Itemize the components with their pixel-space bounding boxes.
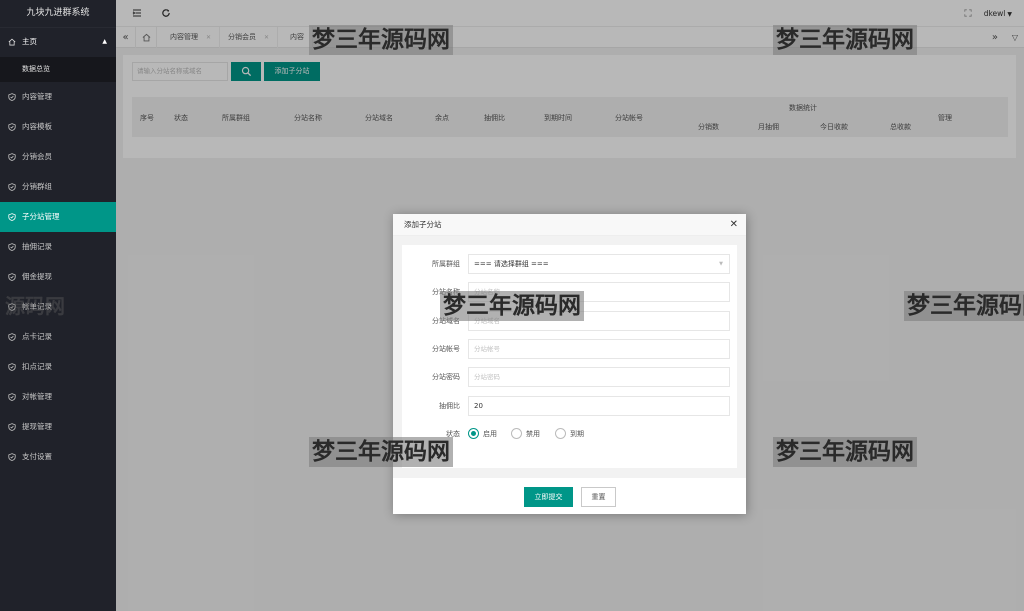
sidebar-item-label: 主页	[22, 37, 37, 46]
sidebar-item-label: 支付设置	[22, 452, 52, 461]
group-label: 所属群组	[432, 260, 460, 268]
sidebar-item-label: 内容管理	[22, 92, 52, 101]
ratio-label: 抽佣比	[439, 402, 460, 410]
shield-icon	[8, 93, 16, 101]
password-label: 分站密码	[432, 373, 460, 381]
shield-icon	[8, 243, 16, 251]
shield-icon	[8, 393, 16, 401]
sidebar-item-12[interactable]: 支付设置	[0, 442, 116, 472]
shield-icon	[8, 123, 16, 131]
app-title: 九块九进群系统	[0, 0, 116, 27]
status-radio-expired[interactable]: 到期	[555, 427, 584, 441]
status-radio-disabled[interactable]: 禁用	[511, 427, 540, 441]
caret-down-icon: ▼	[719, 261, 723, 267]
account-label: 分站帐号	[432, 345, 460, 353]
sidebar-item-6[interactable]: 佣金提现	[0, 262, 116, 292]
status-radio-enabled[interactable]: 启用	[468, 427, 497, 441]
add-substation-modal: 添加子分站 ✕ 所属群组 === 请选择群组 ===▼ 分站名称 分站名称 分站…	[393, 214, 746, 514]
sidebar-item-3[interactable]: 分销群组	[0, 172, 116, 202]
reset-button[interactable]: 重置	[581, 487, 616, 507]
form-row-account: 分站帐号 分站帐号	[402, 339, 737, 359]
sidebar-item-label: 抽佣记录	[22, 242, 52, 251]
radio-icon	[511, 427, 522, 439]
sidebar-item-label: 扣点记录	[22, 362, 52, 371]
sidebar-item-label: 分销会员	[22, 152, 52, 161]
account-input[interactable]: 分站帐号	[468, 339, 730, 359]
sidebar-item-label: 提现管理	[22, 422, 52, 431]
shield-icon	[8, 453, 16, 461]
sidebar-item-2[interactable]: 分销会员	[0, 142, 116, 172]
radio-label: 到期	[570, 430, 584, 438]
sidebar-item-label: 内容模板	[22, 122, 52, 131]
modal-title: 添加子分站	[393, 214, 746, 236]
password-input[interactable]: 分站密码	[468, 367, 730, 387]
home-icon	[8, 38, 16, 46]
group-select[interactable]: === 请选择群组 === ▼	[468, 254, 730, 274]
watermark: 梦三年源码网	[773, 25, 917, 55]
ratio-input[interactable]: 20	[468, 396, 730, 416]
sidebar-item-9[interactable]: 扣点记录	[0, 352, 116, 382]
sidebar-item-0[interactable]: 内容管理	[0, 82, 116, 112]
sidebar-item-label: 佣金提现	[22, 272, 52, 281]
form-row-group: 所属群组 === 请选择群组 === ▼	[402, 254, 737, 274]
sidebar-item-home[interactable]: 主页 ▲	[0, 27, 116, 57]
sidebar-item-label: 对帐管理	[22, 392, 52, 401]
submit-button[interactable]: 立即提交	[524, 487, 573, 507]
watermark-faint: 源码网	[5, 294, 65, 318]
sidebar-item-1[interactable]: 内容模板	[0, 112, 116, 142]
watermark: 梦三年源码网	[440, 291, 584, 321]
sidebar-item-8[interactable]: 点卡记录	[0, 322, 116, 352]
sidebar-item-11[interactable]: 提现管理	[0, 412, 116, 442]
form-row-password: 分站密码 分站密码	[402, 367, 737, 387]
watermark: 梦三年源码网	[904, 291, 1024, 321]
radio-label: 启用	[483, 430, 497, 438]
shield-icon	[8, 273, 16, 281]
close-icon[interactable]: ✕	[730, 220, 738, 230]
watermark: 梦三年源码网	[773, 437, 917, 467]
chevron-up-icon: ▲	[102, 38, 107, 45]
shield-icon	[8, 153, 16, 161]
sidebar-subitem-overview[interactable]: 数据总览	[0, 57, 116, 82]
shield-icon	[8, 423, 16, 431]
watermark: 梦三年源码网	[309, 25, 453, 55]
add-substation-form: 所属群组 === 请选择群组 ===▼ 分站名称 分站名称 分站域名 分站域名 …	[402, 245, 737, 468]
form-row-ratio: 抽佣比 20	[402, 396, 737, 416]
shield-icon	[8, 363, 16, 371]
shield-icon	[8, 183, 16, 191]
shield-icon	[8, 213, 16, 221]
sidebar-item-label: 子分站管理	[22, 212, 60, 221]
radio-icon	[555, 427, 566, 439]
sidebar-item-5[interactable]: 抽佣记录	[0, 232, 116, 262]
modal-footer: 立即提交 重置	[393, 478, 746, 514]
sidebar-item-4[interactable]: 子分站管理	[0, 202, 116, 232]
radio-checked-icon	[468, 427, 479, 439]
sidebar-item-10[interactable]: 对帐管理	[0, 382, 116, 412]
shield-icon	[8, 333, 16, 341]
watermark: 梦三年源码网	[309, 437, 453, 467]
sidebar-item-label: 点卡记录	[22, 332, 52, 341]
sidebar-item-label: 分销群组	[22, 182, 52, 191]
radio-label: 禁用	[526, 430, 540, 438]
group-select-value: === 请选择群组 ===	[474, 260, 549, 268]
